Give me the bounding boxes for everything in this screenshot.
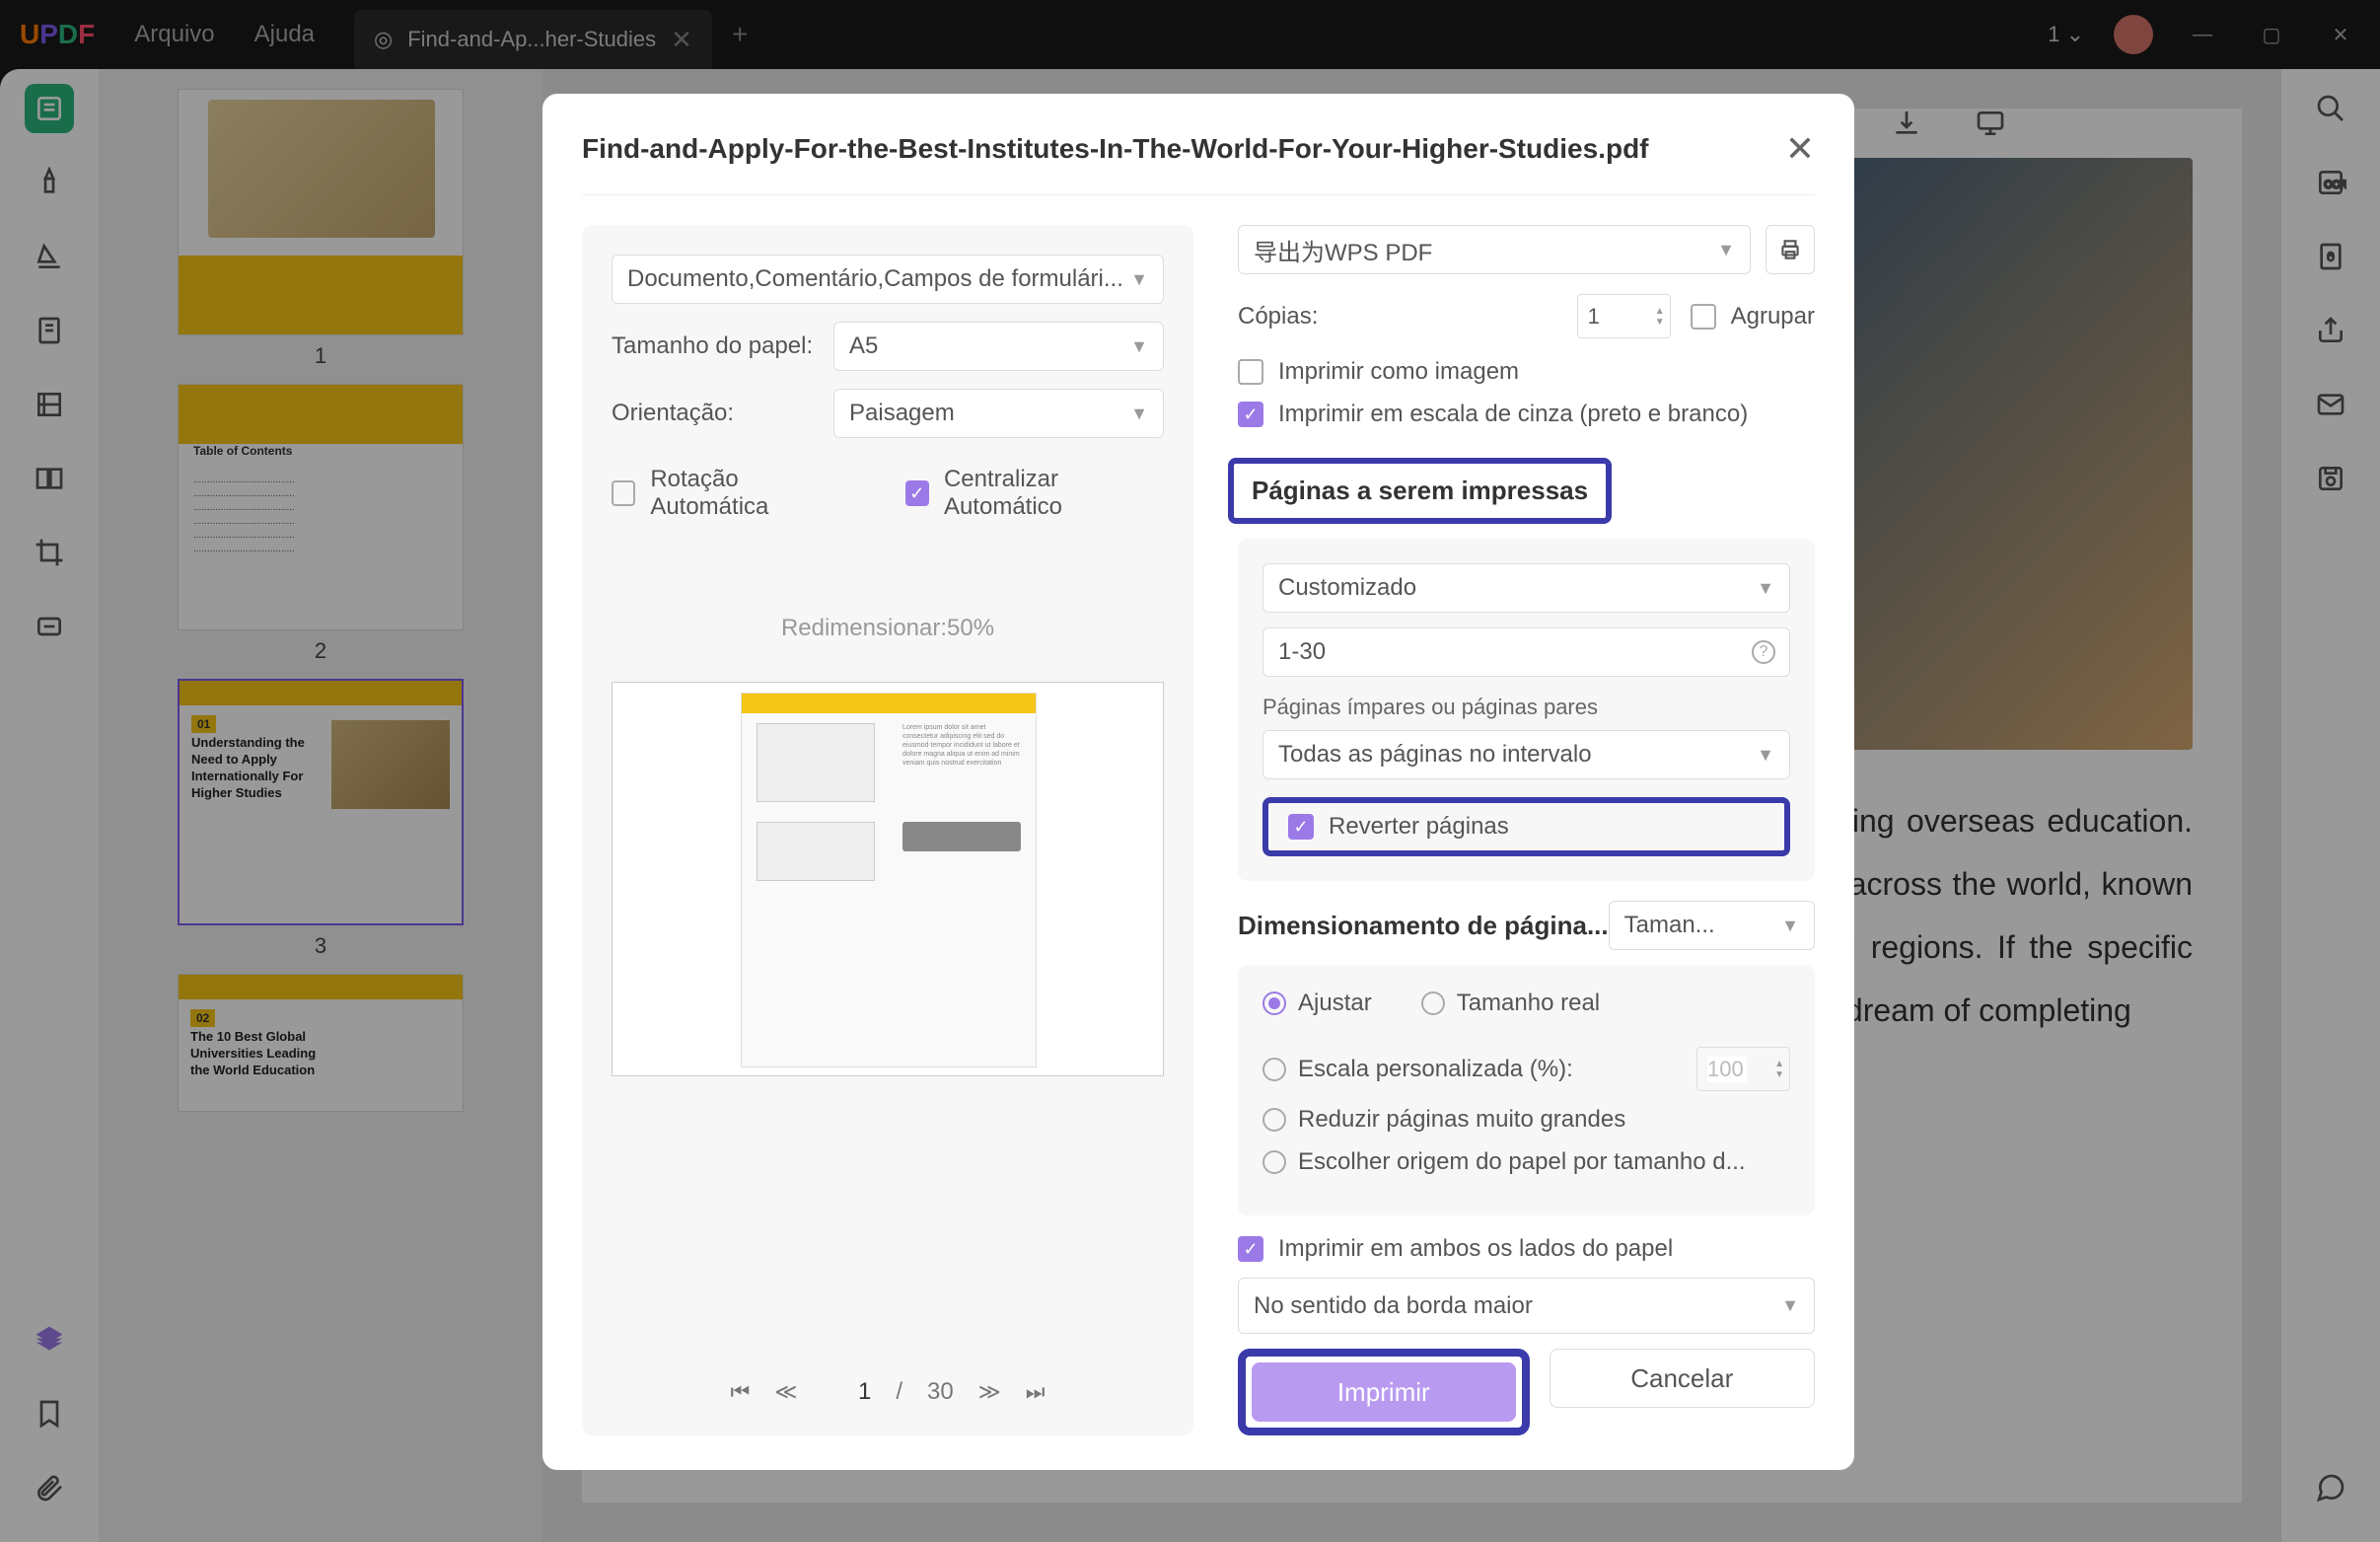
page-range-input[interactable] xyxy=(1262,627,1790,677)
print-as-image-label: Imprimir como imagem xyxy=(1278,358,1519,386)
print-dialog: Find-and-Apply-For-the-Best-Institutes-I… xyxy=(542,94,1854,1470)
range-mode-select[interactable]: Customizado▼ xyxy=(1262,563,1790,613)
next-page-button[interactable]: ≫ xyxy=(978,1379,1001,1405)
custom-scale-spinner[interactable]: ▲▼ xyxy=(1696,1047,1790,1091)
reverse-pages-highlight: ✓ Reverter páginas xyxy=(1262,797,1790,856)
orientation-label: Orientação: xyxy=(612,400,833,427)
pages-section: Customizado▼ ? Páginas ímpares ou página… xyxy=(1238,539,1815,881)
grayscale-label: Imprimir em escala de cinza (preto e bra… xyxy=(1278,401,1748,428)
fit-radio[interactable] xyxy=(1262,991,1286,1015)
print-preview: Lorem ipsum dolor sit amet consectetur a… xyxy=(612,682,1164,1076)
printer-properties-button[interactable] xyxy=(1766,225,1815,274)
auto-center-checkbox[interactable]: ✓ xyxy=(905,480,929,506)
reverse-pages-checkbox[interactable]: ✓ xyxy=(1288,814,1314,840)
choose-source-label: Escolher origem do papel por tamanho d..… xyxy=(1298,1148,1746,1176)
resize-label: Redimensionar:50% xyxy=(612,615,1164,642)
scaling-title: Dimensionamento de página... xyxy=(1238,911,1609,941)
preview-pager: ⏮ ≪ / 30 ≫ ⏭ xyxy=(612,1378,1164,1406)
custom-scale-input[interactable] xyxy=(1707,1057,1747,1082)
page-total: 30 xyxy=(927,1378,954,1406)
page-input[interactable] xyxy=(822,1378,871,1406)
auto-center-label: Centralizar Automático xyxy=(944,466,1164,521)
dialog-title: Find-and-Apply-For-the-Best-Institutes-I… xyxy=(582,133,1649,165)
duplex-mode-select[interactable]: No sentido da borda maior▼ xyxy=(1238,1278,1815,1334)
auto-rotate-label: Rotação Automática xyxy=(650,466,845,521)
page-separator: / xyxy=(896,1378,902,1406)
fit-label: Ajustar xyxy=(1298,990,1372,1017)
first-page-button[interactable]: ⏮ xyxy=(730,1379,750,1405)
print-as-image-checkbox[interactable] xyxy=(1238,359,1263,385)
scaling-preset-select[interactable]: Taman...▼ xyxy=(1609,901,1815,950)
last-page-button[interactable]: ⏭ xyxy=(1026,1379,1046,1405)
actual-label: Tamanho real xyxy=(1457,990,1600,1017)
help-icon[interactable]: ? xyxy=(1752,640,1775,664)
copies-label: Cópias: xyxy=(1238,303,1557,330)
prev-page-button[interactable]: ≪ xyxy=(774,1379,797,1405)
cancel-button[interactable]: Cancelar xyxy=(1550,1349,1816,1408)
paper-size-label: Tamanho do papel: xyxy=(612,332,833,360)
shrink-radio[interactable] xyxy=(1262,1108,1286,1132)
grayscale-checkbox[interactable]: ✓ xyxy=(1238,402,1263,427)
custom-scale-label: Escala personalizada (%): xyxy=(1298,1056,1573,1083)
odd-even-label: Páginas ímpares ou páginas pares xyxy=(1262,695,1790,720)
copies-input[interactable] xyxy=(1588,304,1627,330)
choose-source-radio[interactable] xyxy=(1262,1150,1286,1174)
pages-section-title-highlight: Páginas a serem impressas xyxy=(1228,458,1612,524)
odd-even-select[interactable]: Todas as páginas no intervalo▼ xyxy=(1262,730,1790,779)
reverse-pages-label: Reverter páginas xyxy=(1329,813,1509,841)
collate-checkbox[interactable] xyxy=(1691,304,1716,330)
duplex-checkbox[interactable]: ✓ xyxy=(1238,1236,1263,1262)
printer-select[interactable]: 导出为WPS PDF▼ xyxy=(1238,225,1751,274)
close-dialog-icon[interactable]: ✕ xyxy=(1785,128,1815,170)
custom-scale-radio[interactable] xyxy=(1262,1058,1286,1081)
content-select[interactable]: Documento,Comentário,Campos de formulári… xyxy=(612,255,1164,304)
scaling-section: Ajustar Tamanho real Escala personalizad… xyxy=(1238,965,1815,1215)
print-button-highlight: Imprimir xyxy=(1238,1349,1530,1435)
print-button[interactable]: Imprimir xyxy=(1252,1362,1516,1422)
actual-radio[interactable] xyxy=(1421,991,1445,1015)
paper-size-select[interactable]: A5▼ xyxy=(833,322,1164,371)
print-preview-panel: Documento,Comentário,Campos de formulári… xyxy=(582,225,1193,1435)
shrink-label: Reduzir páginas muito grandes xyxy=(1298,1106,1625,1134)
copies-spinner[interactable]: ▲▼ xyxy=(1577,294,1671,338)
orientation-select[interactable]: Paisagem▼ xyxy=(833,389,1164,438)
collate-label: Agrupar xyxy=(1731,303,1815,330)
auto-rotate-checkbox[interactable] xyxy=(612,480,635,506)
print-settings-panel: 导出为WPS PDF▼ Cópias: ▲▼ Agrupar Imprimir … xyxy=(1238,225,1815,1435)
duplex-label: Imprimir em ambos os lados do papel xyxy=(1278,1235,1673,1263)
pages-section-title: Páginas a serem impressas xyxy=(1252,476,1588,505)
